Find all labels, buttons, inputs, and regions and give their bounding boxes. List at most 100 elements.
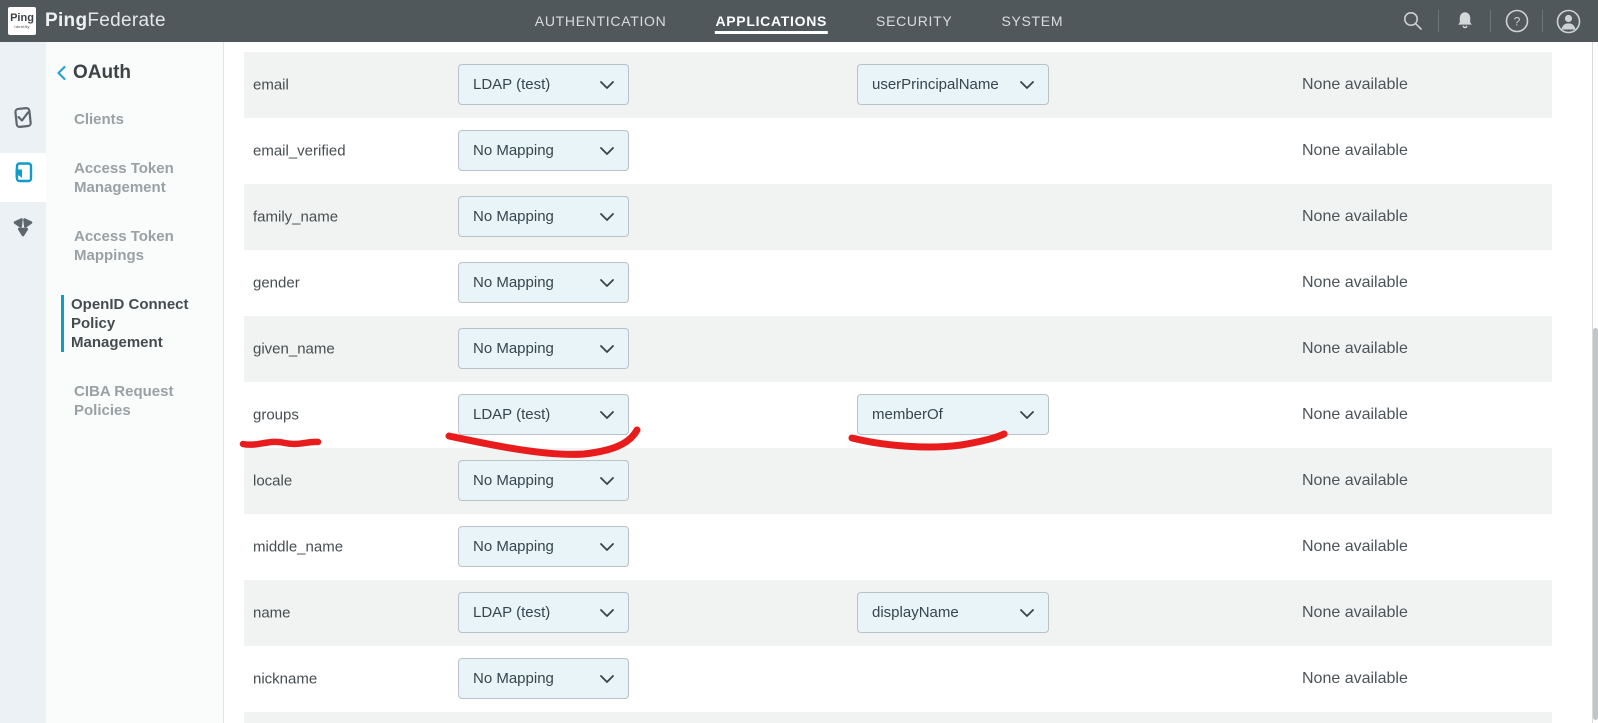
logo-text: Ping (10, 13, 34, 24)
attribute-name-label: given_name (253, 341, 335, 358)
attribute-source-dropdown[interactable]: No Mapping (458, 460, 629, 501)
attribute-name-label: family_name (253, 209, 338, 226)
nav-security[interactable]: SECURITY (876, 0, 952, 42)
attribute-value-dropdown[interactable]: userPrincipalName (857, 64, 1049, 105)
chevron-down-icon (600, 213, 614, 221)
source-dropdown-value: LDAP (test) (473, 76, 550, 93)
main-content: email LDAP (test) userPrincipalName None… (225, 42, 1598, 723)
chevron-down-icon (1020, 609, 1034, 617)
attribute-value-dropdown[interactable]: memberOf (857, 394, 1049, 435)
attribute-source-dropdown[interactable]: No Mapping (458, 196, 629, 237)
attribute-name-label: nickname (253, 671, 317, 688)
table-row: email LDAP (test) userPrincipalName None… (244, 52, 1552, 118)
sidebar-item-clients[interactable]: Clients (61, 110, 199, 129)
chevron-down-icon (600, 279, 614, 287)
attribute-source-dropdown[interactable]: LDAP (test) (458, 592, 629, 633)
attribute-source-dropdown[interactable]: No Mapping (458, 658, 629, 699)
attribute-source-dropdown[interactable]: No Mapping (458, 328, 629, 369)
sidebar: OAuth Clients Access Token Management Ac… (46, 42, 224, 723)
chevron-down-icon (600, 675, 614, 683)
sidebar-item-ciba-request-policies[interactable]: CIBA Request Policies (61, 382, 199, 420)
table-row-partial (244, 712, 1552, 723)
logo-subtext: Identity (14, 24, 29, 29)
source-dropdown-value: No Mapping (473, 472, 554, 489)
none-available-text: None available (1302, 340, 1408, 358)
source-dropdown-value: LDAP (test) (473, 406, 550, 423)
app-title-bold: Ping (45, 10, 87, 32)
attribute-source-dropdown[interactable]: No Mapping (458, 130, 629, 171)
section-title: OAuth (73, 62, 131, 84)
attribute-source-dropdown[interactable]: No Mapping (458, 262, 629, 303)
none-available-text: None available (1302, 670, 1408, 688)
none-available-text: None available (1302, 274, 1408, 292)
chevron-down-icon (600, 609, 614, 617)
chevron-down-icon (600, 543, 614, 551)
attribute-name-label: locale (253, 473, 292, 490)
table-row: name LDAP (test) displayName None availa… (244, 580, 1552, 646)
table-row: middle_name No Mapping None available (244, 514, 1552, 580)
attribute-name-label: email (253, 77, 289, 94)
chevron-down-icon (600, 345, 614, 353)
none-available-text: None available (1302, 208, 1408, 226)
main-navigation: AUTHENTICATION APPLICATIONS SECURITY SYS… (535, 0, 1063, 42)
scrollbar-track[interactable] (1592, 42, 1598, 723)
search-icon[interactable] (1387, 0, 1438, 42)
user-avatar-icon[interactable] (1543, 0, 1594, 42)
ping-identity-logo: Ping Identity (8, 7, 36, 35)
none-available-text: None available (1302, 142, 1408, 160)
table-row: family_name No Mapping None available (244, 184, 1552, 250)
attribute-name-label: gender (253, 275, 300, 292)
nav-authentication[interactable]: AUTHENTICATION (535, 0, 667, 42)
source-dropdown-value: No Mapping (473, 142, 554, 159)
table-row: groups LDAP (test) memberOf None availab… (244, 382, 1552, 448)
sidebar-item-openid-connect-policy-management[interactable]: OpenID Connect Policy Management (61, 295, 199, 352)
table-row: given_name No Mapping None available (244, 316, 1552, 382)
source-dropdown-value: No Mapping (473, 208, 554, 225)
source-dropdown-value: LDAP (test) (473, 604, 550, 621)
attribute-source-dropdown[interactable]: LDAP (test) (458, 394, 629, 435)
none-available-text: None available (1302, 538, 1408, 556)
app-title: PingFederate (45, 0, 166, 42)
top-bar: Ping Identity PingFederate AUTHENTICATIO… (0, 0, 1598, 42)
attribute-name-label: groups (253, 407, 299, 424)
table-row: nickname No Mapping None available (244, 646, 1552, 712)
nav-system[interactable]: SYSTEM (1001, 0, 1063, 42)
scrollbar-thumb[interactable] (1593, 328, 1598, 720)
table-row: email_verified No Mapping None available (244, 118, 1552, 184)
none-available-text: None available (1302, 472, 1408, 490)
chevron-down-icon (600, 411, 614, 419)
token-mappings-grant-icon[interactable] (10, 214, 36, 240)
attribute-source-dropdown[interactable]: LDAP (test) (458, 64, 629, 105)
table-row: locale No Mapping None available (244, 448, 1552, 514)
sidebar-item-access-token-mappings[interactable]: Access Token Mappings (61, 227, 199, 265)
attribute-source-dropdown[interactable]: No Mapping (458, 526, 629, 567)
source-dropdown-value: No Mapping (473, 670, 554, 687)
value-dropdown-value: userPrincipalName (872, 76, 999, 93)
access-token-management-book-icon[interactable] (10, 159, 36, 185)
sidebar-item-access-token-management[interactable]: Access Token Management (61, 159, 199, 197)
attribute-table: email LDAP (test) userPrincipalName None… (244, 52, 1552, 723)
none-available-text: None available (1302, 76, 1408, 94)
chevron-down-icon (1020, 411, 1034, 419)
help-icon[interactable]: ? (1491, 0, 1542, 42)
notifications-bell-icon[interactable] (1439, 0, 1490, 42)
chevron-left-icon (56, 65, 67, 81)
attribute-name-label: email_verified (253, 143, 346, 160)
value-dropdown-value: memberOf (872, 406, 943, 423)
attribute-value-dropdown[interactable]: displayName (857, 592, 1049, 633)
sidebar-icon-rail (0, 42, 46, 723)
app-title-light: Federate (87, 10, 165, 32)
source-dropdown-value: No Mapping (473, 538, 554, 555)
svg-text:?: ? (1513, 15, 1520, 29)
attribute-name-label: middle_name (253, 539, 343, 556)
clients-check-icon[interactable] (10, 104, 36, 130)
source-dropdown-value: No Mapping (473, 274, 554, 291)
chevron-down-icon (600, 81, 614, 89)
oauth-back-header[interactable]: OAuth (56, 62, 223, 84)
none-available-text: None available (1302, 604, 1408, 622)
chevron-down-icon (1020, 81, 1034, 89)
sidebar-menu: Clients Access Token Management Access T… (46, 110, 223, 420)
nav-applications[interactable]: APPLICATIONS (715, 0, 827, 42)
table-row: gender No Mapping None available (244, 250, 1552, 316)
source-dropdown-value: No Mapping (473, 340, 554, 357)
